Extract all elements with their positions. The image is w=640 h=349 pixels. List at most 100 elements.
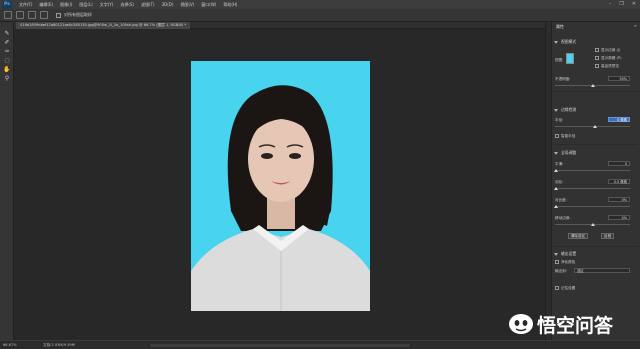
menu-3d[interactable]: 3D(D) — [162, 2, 174, 7]
properties-tab[interactable]: 属性 — [556, 24, 564, 30]
contrast-slider-knob[interactable] — [554, 205, 558, 208]
output-to-label: 输出到: — [555, 269, 567, 273]
divider — [554, 91, 638, 92]
tool-preset-icon[interactable] — [4, 11, 12, 19]
minimize-icon[interactable]: – — [609, 1, 612, 7]
menu-image[interactable]: 图像(I) — [60, 2, 72, 8]
menu-view[interactable]: 视图(V) — [180, 2, 194, 8]
contrast-label: 对比度: — [555, 198, 567, 202]
decontaminate-label: 净化颜色 — [561, 260, 576, 264]
edge-detection-heading-label: 边缘检测 — [561, 107, 577, 112]
shift-edge-field[interactable]: 0% — [608, 215, 630, 220]
watermark-text: 悟空问答 — [537, 314, 614, 337]
show-edges-label: 显示边缘 (J) — [601, 48, 621, 52]
brush-add-icon[interactable] — [16, 11, 24, 19]
show-edges-checkbox[interactable] — [595, 48, 599, 52]
global-refine-heading[interactable]: 全局调整 — [554, 150, 576, 156]
sample-all-layers-label: 对所有图层取样 — [64, 12, 92, 17]
output-heading[interactable]: 输出设置 — [554, 251, 576, 257]
menu-file[interactable]: 文件(F) — [19, 2, 32, 8]
feather-label: 羽化: — [555, 180, 564, 184]
hq-preview-label: 高品质预览 — [601, 64, 619, 68]
menu-help[interactable]: 帮助(H) — [223, 2, 237, 8]
contrast-slider[interactable] — [555, 206, 630, 207]
menu-type[interactable]: 文字(Y) — [100, 2, 114, 8]
radius-label: 半径: — [555, 118, 564, 122]
contrast-field[interactable]: 0% — [608, 197, 630, 202]
brush-size-icon[interactable] — [40, 11, 48, 19]
collapse-triangle-icon — [554, 151, 558, 155]
remember-settings-checkbox[interactable] — [555, 286, 559, 290]
smooth-field[interactable]: 0 — [608, 161, 630, 166]
smart-radius-checkbox[interactable] — [555, 134, 559, 138]
window-controls: – ❐ ✕ — [609, 1, 636, 7]
smart-radius-label: 智能半径 — [561, 134, 576, 138]
view-mode-heading[interactable]: 视图模式 — [554, 39, 576, 45]
feather-field[interactable]: 0.0 像素 — [608, 179, 630, 184]
output-heading-label: 输出设置 — [561, 251, 577, 256]
panel-dock-strip — [546, 22, 552, 340]
smooth-label: 平滑: — [555, 162, 564, 166]
options-bar: 对所有图层取样 — [0, 9, 640, 22]
toolbar: ✎ ✐ ✑ ◌ ✋ ⚲ — [0, 22, 14, 340]
divider — [554, 144, 638, 145]
clear-selection-button[interactable]: 清除选区 — [568, 233, 588, 239]
invert-button[interactable]: 反相 — [601, 233, 614, 239]
quick-selection-icon[interactable]: ✐ — [3, 39, 11, 46]
panel-menu-icon[interactable]: ≡ — [634, 23, 637, 28]
show-original-label: 显示原稿 (P) — [601, 56, 622, 60]
radius-field[interactable]: 0 像素 — [608, 117, 630, 122]
collapse-triangle-icon — [554, 108, 558, 112]
smooth-slider[interactable] — [555, 170, 630, 171]
sample-all-layers-checkbox[interactable] — [56, 12, 61, 18]
shift-edge-label: 移动边缘: — [555, 216, 571, 220]
document-tab[interactable]: 016d1859daef12a80121ae0c280135.jpg@900w_… — [16, 22, 191, 29]
close-icon[interactable]: ✕ — [632, 1, 636, 7]
watermark: 悟空问答 — [508, 311, 613, 337]
feather-slider-knob[interactable] — [554, 187, 558, 190]
divider — [554, 246, 638, 247]
collapse-triangle-icon — [554, 252, 558, 256]
properties-panel: 属性 ≡ 视图模式 视图: 显示边缘 (J) 显示原稿 (P) 高品质预览 不透… — [545, 22, 640, 340]
brush-icon[interactable]: ✎ — [3, 30, 11, 37]
menu-window[interactable]: 窗口(W) — [201, 2, 216, 8]
horizontal-scrollbar[interactable] — [150, 344, 410, 347]
portrait-illustration — [191, 85, 370, 311]
view-label: 视图: — [555, 58, 564, 62]
lasso-icon[interactable]: ◌ — [3, 57, 11, 64]
refine-edge-brush-icon[interactable]: ✑ — [3, 48, 11, 55]
output-to-select[interactable]: 选区 — [574, 268, 630, 273]
view-mode-heading-label: 视图模式 — [561, 39, 577, 44]
view-thumbnail[interactable] — [566, 53, 574, 64]
menu-layer[interactable]: 图层(L) — [79, 2, 92, 8]
show-original-checkbox[interactable] — [595, 56, 599, 60]
transparency-field[interactable]: 50% — [608, 76, 630, 81]
restore-icon[interactable]: ❐ — [619, 1, 623, 7]
zoom-level[interactable]: 66.67% — [3, 343, 17, 347]
global-refine-heading-label: 全局调整 — [561, 150, 577, 155]
portrait-photo — [191, 61, 370, 311]
zoom-icon[interactable]: ⚲ — [3, 75, 11, 82]
radius-slider-knob[interactable] — [593, 125, 597, 128]
document-size[interactable]: 文档:2.93M/9.39M — [43, 343, 75, 348]
collapse-triangle-icon — [554, 40, 558, 44]
transparency-slider-knob[interactable] — [591, 84, 595, 87]
edge-detection-heading[interactable]: 边缘检测 — [554, 107, 576, 113]
status-bar: 66.67% 文档:2.93M/9.39M — [0, 340, 640, 349]
menu-bar: Ps 文件(F) 编辑(E) 图像(I) 图层(L) 文字(Y) 选择(S) 滤… — [0, 0, 640, 9]
hand-icon[interactable]: ✋ — [3, 66, 11, 73]
canvas-area[interactable] — [14, 29, 545, 340]
photoshop-logo: Ps — [2, 0, 12, 9]
wukong-logo-icon — [509, 314, 533, 334]
shift-edge-slider-knob[interactable] — [591, 223, 595, 226]
hq-preview-checkbox[interactable] — [595, 64, 599, 68]
feather-slider[interactable] — [555, 188, 630, 189]
menu-filter[interactable]: 滤镜(T) — [141, 2, 155, 8]
menu-edit[interactable]: 编辑(E) — [39, 2, 53, 8]
transparency-label: 不透明度: — [555, 77, 571, 81]
menu-select[interactable]: 选择(S) — [120, 2, 134, 8]
smooth-slider-knob[interactable] — [554, 169, 558, 172]
remember-settings-label: 记住设置 — [561, 286, 576, 290]
decontaminate-checkbox[interactable] — [555, 260, 559, 264]
brush-subtract-icon[interactable] — [28, 11, 36, 19]
